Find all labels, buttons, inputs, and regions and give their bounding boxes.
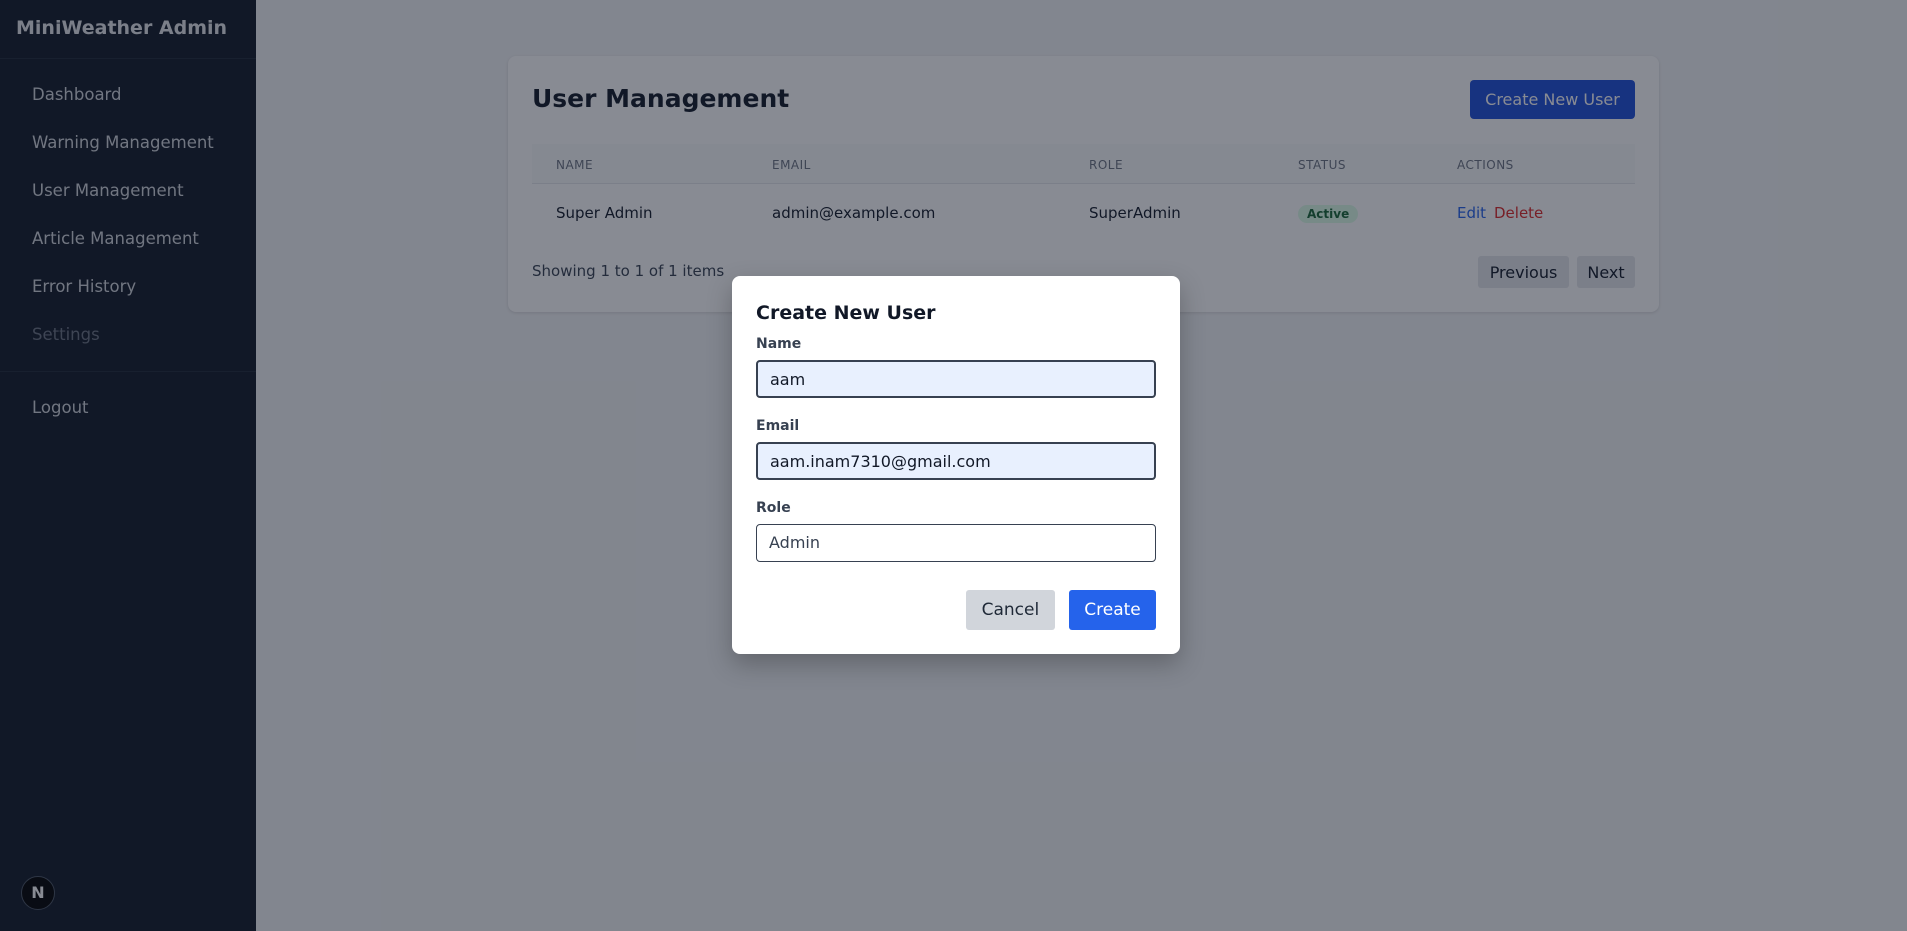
role-select[interactable]: Admin [756,524,1156,562]
cancel-button[interactable]: Cancel [965,590,1055,630]
modal-actions: Cancel Create [965,590,1156,630]
role-label: Role [756,500,791,516]
create-button[interactable]: Create [1069,590,1156,630]
email-label: Email [756,418,800,434]
modal-title: Create New User [756,302,936,324]
name-field[interactable] [756,360,1156,398]
email-field[interactable] [756,442,1156,480]
name-label: Name [756,336,802,352]
create-user-modal: Create New User Name Email Role Admin Ca… [732,276,1180,654]
